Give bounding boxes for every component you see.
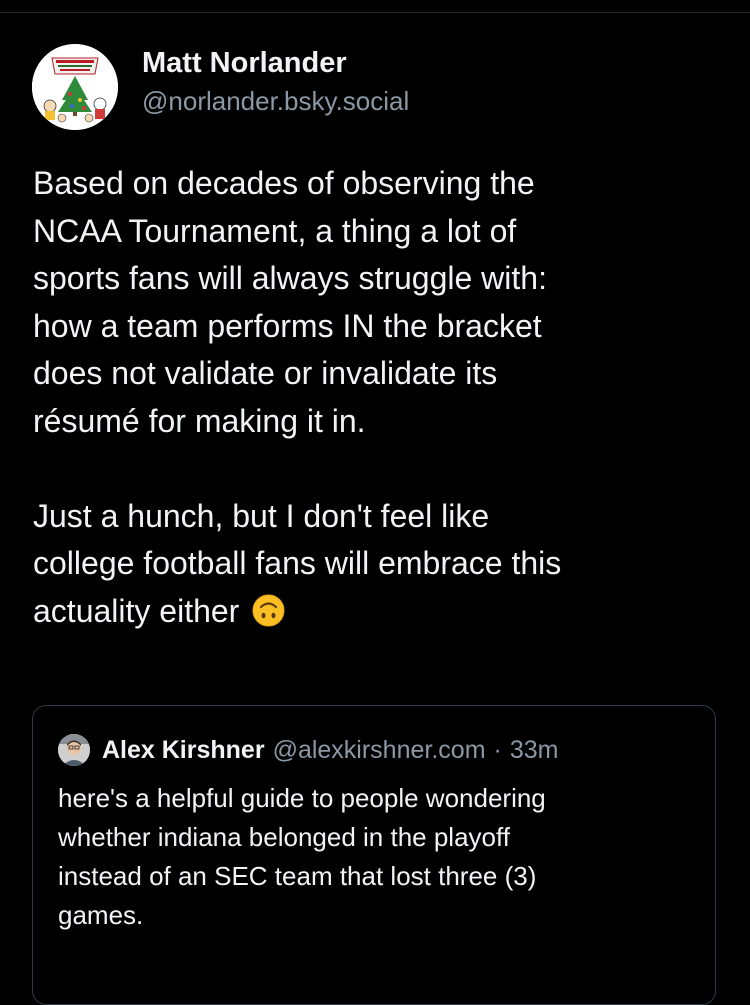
quoted-text-line: here's a helpful guide to people wonderi… xyxy=(58,783,546,813)
quoted-post-header: Alex Kirshner @alexkirshner.com · 33m xyxy=(58,734,558,766)
post-text-line: sports fans will always struggle with: xyxy=(33,260,547,296)
post-text-line: résumé for making it in. xyxy=(33,402,366,439)
quoted-text-line: games. xyxy=(58,900,144,930)
quoted-post-text: here's a helpful guide to people wonderi… xyxy=(58,779,698,935)
post-text-line: actuality either xyxy=(33,592,240,629)
post: Matt Norlander @norlander.bsky.social Ba… xyxy=(0,0,750,1005)
post-text-line: does not validate or invalidate its xyxy=(33,355,498,391)
author-avatar[interactable] xyxy=(32,44,118,130)
post-author[interactable]: Matt Norlander @norlander.bsky.social xyxy=(32,44,409,130)
post-text-line: Based on decades of observing the xyxy=(33,165,535,201)
quoted-post-timestamp[interactable]: 33m xyxy=(510,736,559,765)
quoted-header-separator: · xyxy=(493,735,502,764)
author-display-name[interactable]: Matt Norlander xyxy=(142,46,409,80)
post-text-line: NCAA Tournament, a thing a lot of xyxy=(33,212,517,249)
quoted-text-line: whether indiana belonged in the playoff xyxy=(58,822,510,852)
post-text-line: college football fans will embrace this xyxy=(33,545,562,581)
quoted-text-line: instead of an SEC team that lost three (… xyxy=(58,861,537,891)
author-handle[interactable]: @norlander.bsky.social xyxy=(142,84,409,118)
post-text-line: Just a hunch, but I don't feel like xyxy=(33,497,490,534)
author-meta: Matt Norlander @norlander.bsky.social xyxy=(142,46,409,118)
post-text-line: how a team performs IN the bracket xyxy=(33,307,542,344)
post-text: Based on decades of observing the NCAA T… xyxy=(33,160,723,635)
post-text-last-line: actuality either xyxy=(33,588,723,636)
quoted-author-handle[interactable]: @alexkirshner.com xyxy=(273,736,486,765)
upside-down-face-icon xyxy=(252,593,285,626)
quoted-post[interactable]: Alex Kirshner @alexkirshner.com · 33m he… xyxy=(32,705,716,1005)
charlie-brown-christmas-avatar-icon xyxy=(32,44,118,130)
quoted-author-display-name[interactable]: Alex Kirshner xyxy=(102,736,265,765)
quoted-author-avatar[interactable] xyxy=(58,734,90,766)
user-avatar-icon xyxy=(58,734,90,766)
